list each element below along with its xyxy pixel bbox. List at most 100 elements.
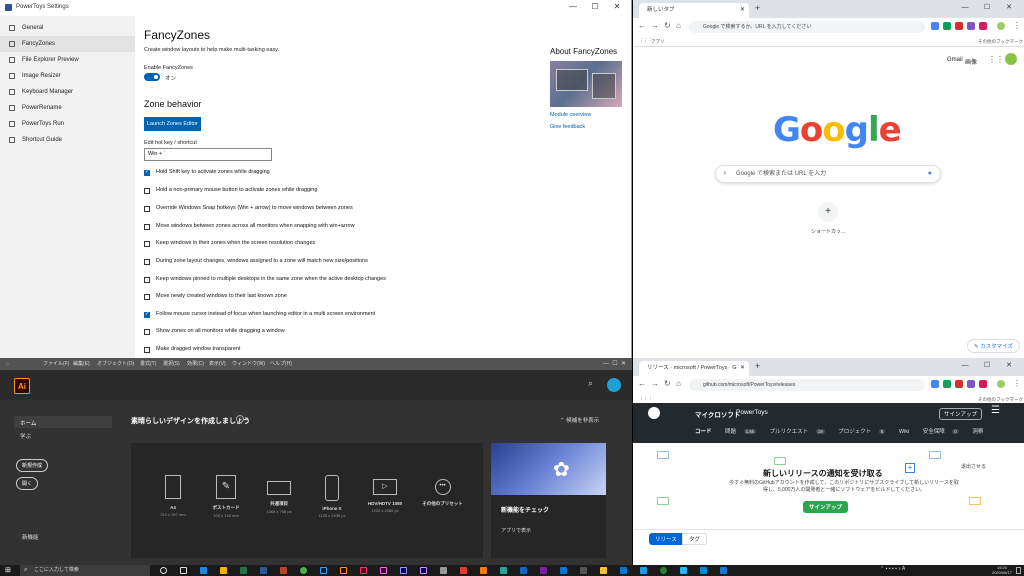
extension-icon[interactable] (943, 380, 951, 388)
app-icon[interactable] (560, 567, 567, 574)
add-shortcut-button[interactable]: + (818, 202, 838, 222)
info-icon[interactable]: i (236, 415, 244, 423)
hotkey-input[interactable]: Win + ` (144, 148, 272, 161)
edge-icon[interactable] (200, 567, 207, 574)
tab-insights[interactable]: 洞察 (972, 429, 989, 435)
home-icon[interactable]: ⌂ (676, 379, 681, 388)
menu-item[interactable]: ヘルプ(H) (270, 358, 292, 370)
extension-icon[interactable] (955, 22, 963, 30)
dismiss-link[interactable]: 退出させる (961, 463, 986, 470)
give-feedback-link[interactable]: Give feedback (550, 124, 585, 130)
word-icon[interactable] (260, 567, 267, 574)
system-tray-icons[interactable]: ⌃ ▪ ▪ ▪ ▪ ♪ A (880, 566, 905, 572)
indesign-icon[interactable] (360, 567, 367, 574)
back-icon[interactable]: ← (638, 21, 646, 30)
tab-projects[interactable]: プロジェクト 5 (838, 429, 891, 435)
tags-tab[interactable]: タグ (682, 533, 708, 545)
menu-item[interactable]: 選択(S) (163, 358, 180, 370)
option-row[interactable]: Move newly created windows to their last… (144, 293, 524, 303)
apps-icon[interactable]: ⋮⋮⋮ (639, 396, 653, 402)
releases-tab[interactable]: リリース (649, 533, 683, 545)
option-row[interactable]: Keep windows in their zones when the scr… (144, 240, 524, 250)
window-controls[interactable]: — ☐ ✕ (603, 358, 626, 370)
taskbar-search-input[interactable]: ⌕ ここに入力して検索 (20, 565, 150, 576)
signup-button[interactable]: サインアップ (803, 501, 849, 513)
maximize-button[interactable]: ☐ (584, 2, 606, 11)
option-row[interactable]: Hold a non-primary mouse button to activ… (144, 187, 524, 197)
app-icon[interactable] (660, 567, 667, 574)
avatar[interactable] (997, 22, 1005, 30)
sidebar-item-fancyzones[interactable]: FancyZones (0, 36, 135, 52)
gmail-link[interactable]: Gmail (947, 57, 963, 63)
launch-zones-editor-button[interactable]: Launch Zones Editor (144, 117, 201, 131)
checkbox[interactable] (144, 329, 150, 335)
menu-item[interactable]: ウィンドウ(W) (232, 358, 265, 370)
minimize-button[interactable]: — (954, 362, 976, 369)
github-logo-icon[interactable] (648, 407, 660, 419)
home-nav-selected[interactable]: ホーム (14, 416, 112, 428)
app-icon[interactable] (700, 567, 707, 574)
checkbox[interactable] (144, 169, 150, 176)
chrome-icon[interactable] (300, 567, 307, 574)
extension-icon[interactable] (943, 22, 951, 30)
tab-new-tab[interactable]: 新しいタブ ✕ (639, 3, 749, 18)
after-effects-icon[interactable] (420, 567, 427, 574)
new-file-button[interactable]: 新規作成 (16, 459, 49, 472)
app-icon[interactable] (460, 567, 467, 574)
tab-issues[interactable]: 問題 1,6k (725, 429, 762, 435)
whats-new-link[interactable]: 新機能 (22, 533, 39, 541)
extension-icon[interactable] (967, 22, 975, 30)
preset-a4[interactable]: A4 210 x 297 mm (148, 475, 198, 517)
minimize-button[interactable]: — (954, 4, 976, 11)
sidebar-item-powertoys-run[interactable]: PowerToys Run (0, 116, 135, 132)
google-search-input[interactable]: ⌕ Google で検索または URL を入力 ● (715, 165, 941, 183)
extension-icon[interactable] (931, 380, 939, 388)
forward-icon[interactable]: → (651, 21, 659, 30)
tab-code[interactable]: コード (695, 429, 718, 435)
app-icon[interactable] (600, 567, 607, 574)
option-row[interactable]: Show zones on all monitors while draggin… (144, 328, 524, 338)
menu-item[interactable]: ファイル(F) (43, 358, 69, 370)
menu-item[interactable]: 効果(C) (187, 358, 204, 370)
app-icon[interactable] (500, 567, 507, 574)
sidebar-item-file-explorer-preview[interactable]: File Explorer Preview (0, 52, 135, 68)
checkbox[interactable] (144, 311, 150, 318)
avatar[interactable] (997, 380, 1005, 388)
xd-icon[interactable] (380, 567, 387, 574)
sidebar-item-keyboard-manager[interactable]: Keyboard Manager (0, 84, 135, 100)
repo-name[interactable]: PowerToys (736, 409, 768, 416)
close-tab-icon[interactable]: ✕ (740, 3, 745, 17)
checkbox[interactable] (144, 224, 150, 230)
menu-icon[interactable]: ⋮ (1013, 379, 1021, 388)
checkbox[interactable] (144, 259, 150, 265)
microphone-icon[interactable]: ● (928, 166, 932, 182)
taskbar-clock[interactable]: 19:20 2020/06/17 (992, 565, 1012, 575)
checkbox[interactable] (144, 277, 150, 283)
menu-item[interactable]: 編集(E) (73, 358, 90, 370)
extension-icon[interactable] (979, 380, 987, 388)
illustrator-icon[interactable] (340, 567, 347, 574)
account-avatar[interactable] (1005, 53, 1017, 65)
sidebar-item-general[interactable]: General (0, 20, 135, 36)
maximize-button[interactable]: ☐ (976, 361, 998, 369)
address-bar[interactable]: Google で検索するか、URL を入力してください (689, 21, 925, 33)
new-tab-button[interactable]: + (755, 361, 760, 371)
option-row[interactable]: Override Windows Snap hotkeys (Win + arr… (144, 205, 524, 215)
reload-icon[interactable]: ↻ (664, 379, 671, 388)
close-button[interactable]: ✕ (998, 361, 1020, 369)
avatar[interactable] (607, 378, 621, 392)
menu-item[interactable]: 書式(T) (140, 358, 156, 370)
option-row[interactable]: Make dragged window transparent (144, 346, 524, 356)
windows-start-icon[interactable]: ⊞ (5, 566, 11, 574)
extension-icon[interactable] (955, 380, 963, 388)
option-row[interactable]: During zone layout changes, windows assi… (144, 258, 524, 268)
task-view-icon[interactable] (180, 567, 187, 574)
menu-item[interactable]: オブジェクト(O) (97, 358, 134, 370)
nav-learn[interactable]: 学ぶ (20, 432, 31, 440)
excel-icon[interactable] (240, 567, 247, 574)
tab-pull-requests[interactable]: プルリクエスト 19 (770, 429, 831, 435)
repo-owner[interactable]: マイクロソフト (695, 409, 740, 419)
sidebar-item-shortcut-guide[interactable]: Shortcut Guide (0, 132, 135, 148)
view-in-app-link[interactable]: アプリで表示 (501, 527, 531, 534)
preset-postcard[interactable]: ✎ ポストカード 100 x 148 mm (201, 475, 251, 518)
